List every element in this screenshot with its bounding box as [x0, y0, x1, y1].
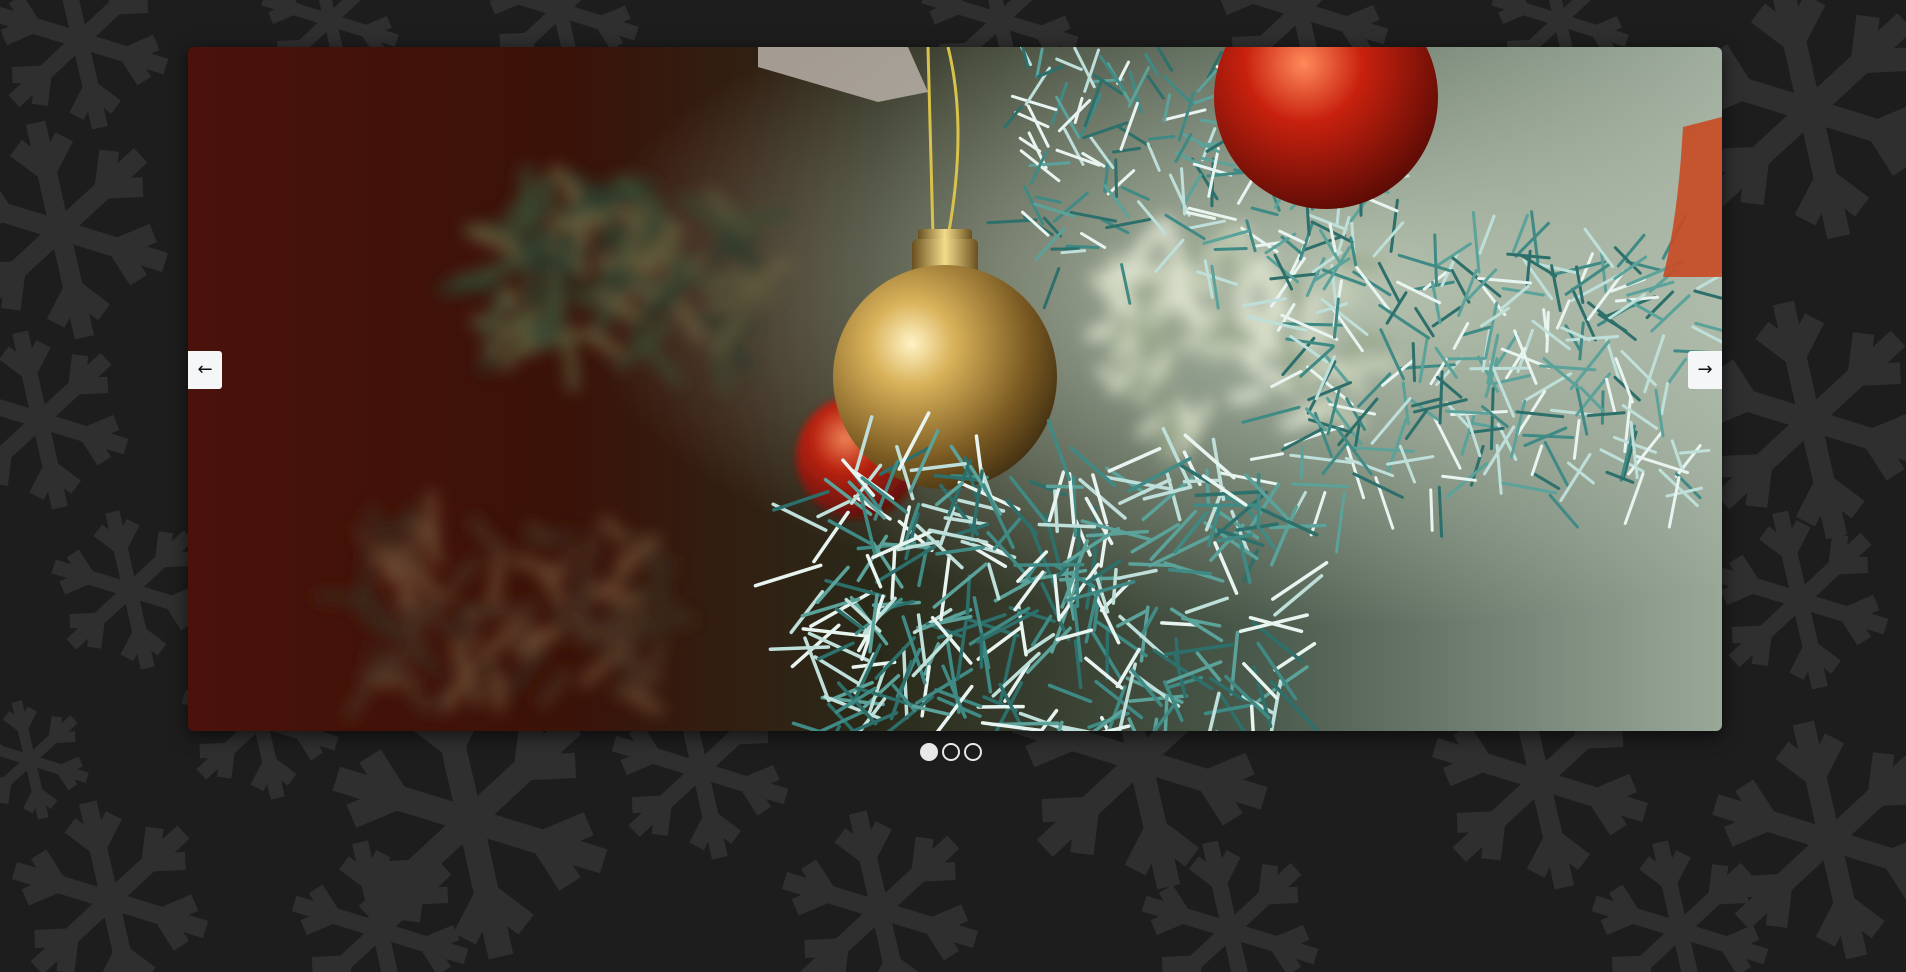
previous-slide-button[interactable]: ←: [188, 351, 222, 389]
slide-image: [188, 47, 1722, 731]
slide-indicator-3[interactable]: [964, 743, 982, 761]
slide-indicator-2[interactable]: [942, 743, 960, 761]
slide-indicator-1[interactable]: [920, 743, 938, 761]
image-carousel: ← →: [188, 47, 1722, 731]
arrow-left-icon: ←: [197, 359, 213, 380]
slide-indicators: [920, 743, 982, 761]
next-slide-button[interactable]: →: [1688, 351, 1722, 389]
arrow-right-icon: →: [1697, 359, 1713, 380]
